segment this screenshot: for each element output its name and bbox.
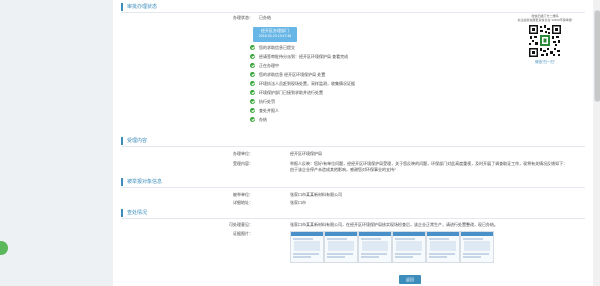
content-label: 受理内容：: [233, 161, 253, 166]
stage-time: 2018-03-23 19:47:46: [258, 34, 292, 38]
evidence-thumbnail[interactable]: [392, 231, 426, 263]
qr-scan-link[interactable]: 微信“扫一扫”: [513, 59, 577, 65]
section-marker: [121, 137, 123, 145]
content-value: 举报人反映：您好!有单位问题，经经开区环境保护局受理，关于您反映的问题，环保部门…: [290, 161, 568, 172]
detail-panel: 审批办理状态 办理状态： 已办结 经开区办理部门 2018-03-23 19:4…: [113, 0, 593, 286]
complaint-section-title: 受理内容: [127, 138, 148, 144]
check-icon: [250, 54, 255, 59]
scrollbar-thumb[interactable]: [594, 10, 600, 102]
qr-code-image: [528, 24, 562, 58]
dept-value: 经开区环境保护局: [290, 151, 322, 156]
check-icon: [250, 90, 255, 95]
status-label: 办理状态：: [233, 15, 253, 20]
process-label: 可处理意见：: [229, 222, 253, 227]
check-icon: [250, 99, 255, 104]
org-name-label: 被举单位：: [233, 192, 253, 197]
petitioner-section-title: 被举报对象信息: [127, 179, 163, 185]
section-marker: [121, 3, 123, 11]
dept-label: 办理单位：: [233, 151, 253, 156]
section-marker: [121, 209, 123, 217]
complaint-section-header: 受理内容: [121, 137, 585, 147]
scrollbar[interactable]: [593, 0, 600, 286]
petitioner-section-header: 被举报对象信息: [121, 178, 585, 188]
org-name-value: 张家口市某某新材料有限公司: [290, 192, 342, 197]
status-section-header: 审批办理状态: [121, 3, 585, 13]
address-label: 详细地址：: [233, 200, 253, 205]
status-section-title: 审批办理状态: [127, 4, 158, 10]
stage-badge: 经开区办理部门 2018-03-23 19:47:46: [253, 27, 297, 42]
evidence-thumbnail[interactable]: [426, 231, 460, 263]
back-button[interactable]: 返回: [399, 275, 421, 284]
check-icon: [250, 81, 255, 86]
evidence-thumbnails: [290, 231, 520, 263]
evidence-thumbnail[interactable]: [324, 231, 358, 263]
evidence-label: 证据图片：: [233, 231, 253, 236]
evidence-thumbnail[interactable]: [358, 231, 392, 263]
side-float-tab[interactable]: [0, 241, 8, 255]
check-icon: [250, 72, 255, 77]
check-icon: [250, 45, 255, 50]
qr-area: 微信扫描下方二维码 关注最新进展更多信息在“12369环保举报” 微信“扫一扫”: [513, 14, 577, 65]
evidence-thumbnail[interactable]: [460, 231, 494, 263]
evidence-thumbnail[interactable]: [290, 231, 324, 263]
check-icon: [250, 63, 255, 68]
result-section-title: 查处情况: [127, 210, 148, 216]
status-value: 已办结: [259, 15, 271, 20]
process-value: 张家口市某某新材料有限公司，在经开区环境保护局核实现场检查后，该企业正常生产，请…: [290, 222, 498, 227]
section-marker: [121, 178, 123, 186]
check-icon: [250, 117, 255, 122]
result-section-header: 查处情况: [121, 209, 585, 219]
qr-caption-2: 关注最新进展更多信息在“12369环保举报”: [517, 18, 573, 22]
address-value: 张家口市: [290, 200, 306, 205]
check-icon: [250, 108, 255, 113]
